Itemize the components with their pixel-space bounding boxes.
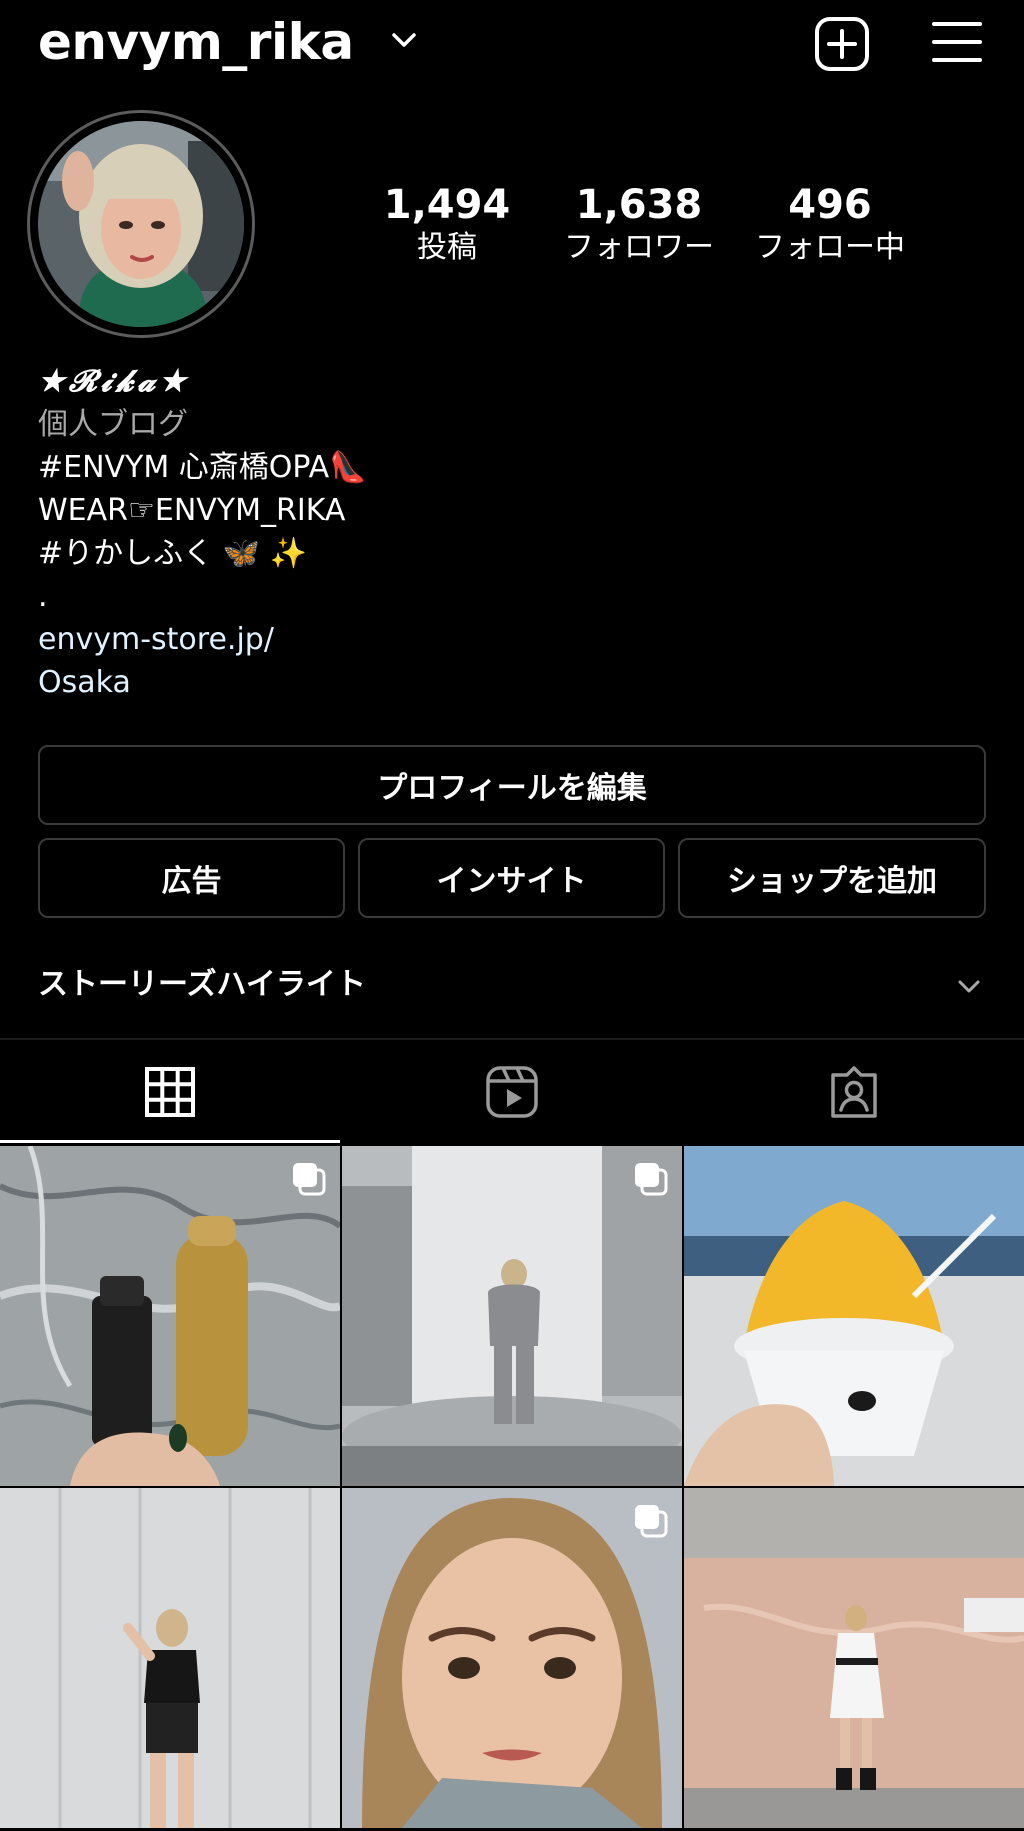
insights-button[interactable]: インサイト xyxy=(358,838,665,918)
bio-line: #りかしふく 🦋 ✨ xyxy=(38,536,307,571)
post-thumbnail[interactable] xyxy=(684,1146,1024,1486)
posts-count[interactable]: 1,494 投稿 xyxy=(352,182,542,268)
tab-tagged[interactable] xyxy=(684,1040,1024,1144)
post-thumbnail[interactable] xyxy=(684,1488,1024,1828)
following-count[interactable]: 496 フォロー中 xyxy=(735,182,925,268)
grid-icon xyxy=(145,1067,195,1117)
followers-count[interactable]: 1,638 フォロワー xyxy=(544,182,734,268)
following-count-value: 496 xyxy=(788,182,872,228)
post-thumbnail[interactable] xyxy=(0,1488,340,1828)
posts-count-value: 1,494 xyxy=(383,182,511,228)
profile-category: 個人ブログ xyxy=(38,407,188,442)
multiple-images-icon xyxy=(635,1163,668,1196)
new-post-icon[interactable] xyxy=(814,16,870,72)
ads-button[interactable]: 広告 xyxy=(38,838,345,918)
multiple-images-icon xyxy=(293,1163,326,1196)
reels-icon xyxy=(486,1066,538,1118)
chevron-down-icon[interactable] xyxy=(388,28,420,52)
story-highlights-header[interactable]: ストーリーズハイライト xyxy=(38,963,366,1007)
profile-bio: ★𝓡𝓲𝓴𝓪★ 個人ブログ #ENVYM 心斎橋OPA👠 WEAR☞ENVYM_R… xyxy=(38,360,978,704)
location-link[interactable]: Osaka xyxy=(38,661,978,704)
website-link[interactable]: envym-store.jp/ xyxy=(38,618,978,661)
display-name: ★𝓡𝓲𝓴𝓪★ xyxy=(38,364,191,399)
tab-reels[interactable] xyxy=(342,1040,682,1144)
bio-line: . xyxy=(38,579,48,614)
bio-line: WEAR☞ENVYM_RIKA xyxy=(38,493,346,528)
avatar[interactable] xyxy=(38,121,244,327)
edit-profile-button[interactable]: プロフィールを編集 xyxy=(38,745,986,825)
bio-line: #ENVYM 心斎橋OPA👠 xyxy=(38,450,367,485)
following-count-label: フォロー中 xyxy=(755,230,905,265)
tagged-icon xyxy=(831,1066,877,1118)
active-tab-indicator xyxy=(0,1140,340,1143)
post-thumbnail[interactable] xyxy=(342,1488,682,1828)
multiple-images-icon xyxy=(635,1505,668,1538)
account-username[interactable]: envym_rika xyxy=(38,14,354,70)
add-shop-button[interactable]: ショップを追加 xyxy=(678,838,986,918)
followers-count-label: フォロワー xyxy=(564,230,714,265)
tab-posts-grid[interactable] xyxy=(0,1040,340,1144)
top-bar: envym_rika xyxy=(0,0,1024,90)
post-thumbnail[interactable] xyxy=(0,1146,340,1486)
post-thumbnail[interactable] xyxy=(342,1146,682,1486)
followers-count-value: 1,638 xyxy=(575,182,703,228)
posts-count-label: 投稿 xyxy=(417,230,477,265)
menu-icon[interactable] xyxy=(930,18,984,66)
chevron-down-icon[interactable] xyxy=(955,976,983,996)
